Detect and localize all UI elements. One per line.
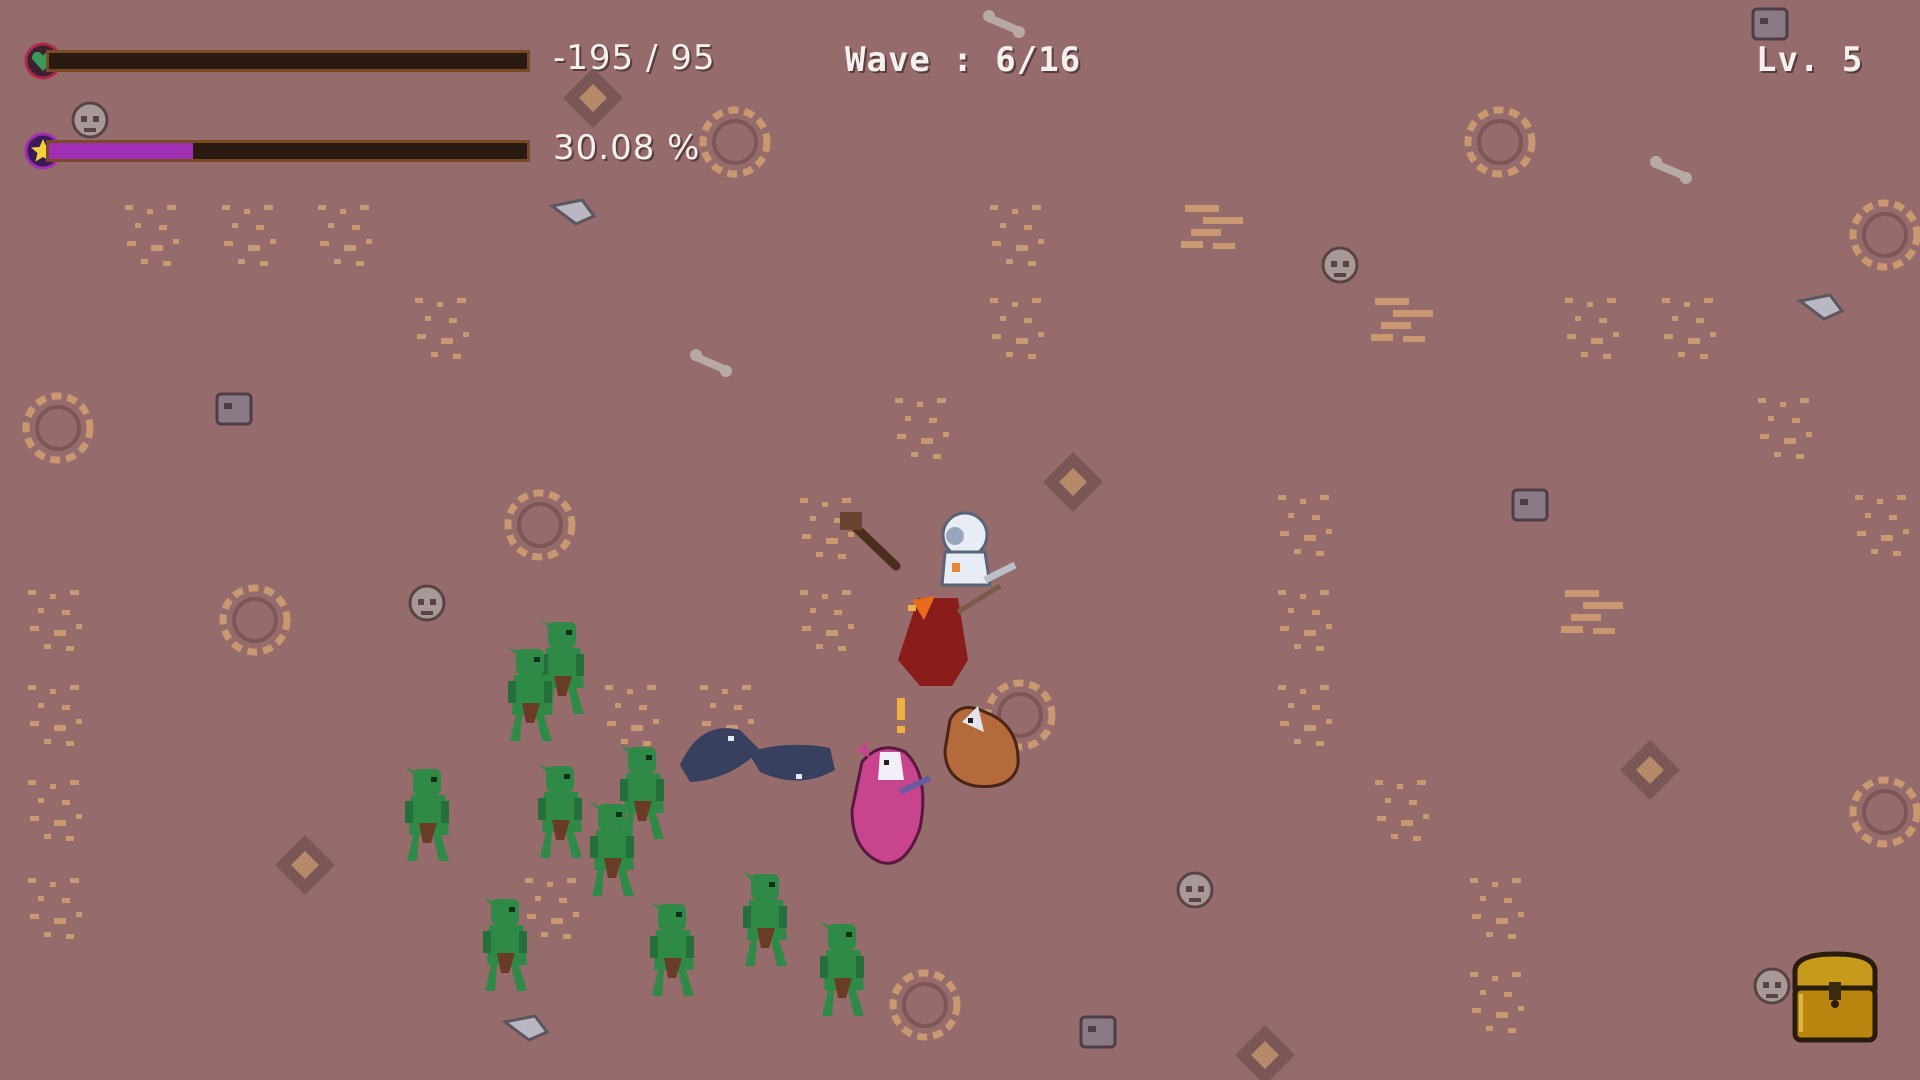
battlefield: [0, 0, 1920, 1080]
health-bar: [46, 50, 530, 72]
experience-readout: 30.08 %: [553, 128, 701, 168]
health-readout: -195 / 95: [553, 38, 716, 78]
player-level: Lv. 5: [1756, 40, 1864, 80]
experience-bar-fill: [49, 143, 193, 159]
treasure-chest-icon[interactable]: [1785, 948, 1885, 1048]
experience-bar: [46, 140, 530, 162]
wave-counter: Wave : 6/16: [845, 40, 1082, 80]
game-viewport[interactable]: -195 / 95 30.08 % Wave : 6/16 Lv. 5: [0, 0, 1920, 1080]
